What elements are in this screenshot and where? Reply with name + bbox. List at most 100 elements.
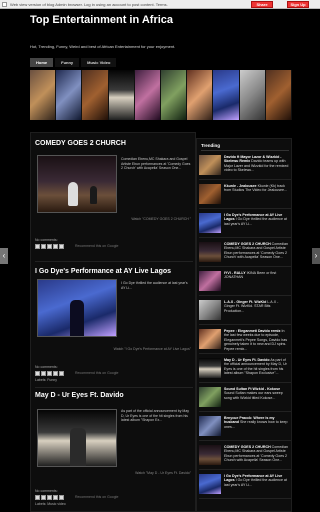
post-thumbnail[interactable]	[37, 279, 117, 337]
recommend-link[interactable]: Recommend this on Google	[75, 495, 118, 499]
post-labels[interactable]: Labels: Funny	[35, 378, 57, 382]
trending-item[interactable]: May D - Ur Eyes Ft. Davido As part of th…	[199, 356, 291, 383]
featured-photo-strip	[30, 70, 292, 120]
trending-thumbnail[interactable]	[199, 445, 221, 465]
trending-title[interactable]: May D - Ur Eyes Ft. Davido	[224, 358, 270, 362]
trending-title[interactable]: Kkunle - Jealousee	[224, 184, 257, 188]
comments-link[interactable]: No comments:	[35, 238, 58, 242]
share-buttons	[35, 371, 64, 376]
post-thumbnail[interactable]	[37, 155, 117, 213]
recommend-link[interactable]: Recommend this on Google	[75, 371, 118, 375]
trending-thumbnail[interactable]	[199, 329, 221, 349]
trending-item[interactable]: Sound Sultan Ft Wizkid - Kokose Sound Su…	[199, 385, 291, 412]
trending-thumbnail[interactable]	[199, 474, 221, 494]
trending-item[interactable]: Davido ft Mayor Lazor & Wizzkid - Skelew…	[199, 153, 291, 180]
notice-checkbox[interactable]	[2, 2, 7, 7]
post-excerpt: Comedian Ebenu,MC Shakara and Gospel Art…	[121, 157, 191, 170]
pinterest-share-icon[interactable]	[59, 495, 64, 500]
post-labels[interactable]: Labels: Music video	[35, 502, 66, 506]
blog-share-icon[interactable]	[41, 495, 46, 500]
post-title[interactable]: May D - Ur Eyes Ft. Davido	[35, 391, 193, 400]
trending-title[interactable]: COMEDY GOES 2 CHURCH	[224, 242, 271, 246]
facebook-share-icon[interactable]	[53, 244, 58, 249]
trending-thumbnail[interactable]	[199, 242, 221, 262]
pinterest-share-icon[interactable]	[59, 244, 64, 249]
site-title[interactable]: Top Entertainment in Africa	[30, 14, 200, 27]
trending-thumbnail[interactable]	[199, 271, 221, 291]
read-more-link[interactable]: Watch "May D - Ur Eyes Ft. Davido"	[135, 471, 191, 475]
comments-link[interactable]: No comments:	[35, 489, 58, 493]
notice-bar: Web view version of blog Admin browser. …	[0, 0, 320, 9]
strip-photo[interactable]	[213, 70, 240, 120]
comments-link[interactable]: No comments:	[35, 365, 58, 369]
pinterest-share-icon[interactable]	[59, 371, 64, 376]
trending-item[interactable]: Brnycue Pracck: Where is my husband She …	[199, 414, 291, 441]
strip-photo[interactable]	[161, 70, 188, 120]
post-divider	[35, 387, 193, 388]
strip-photo[interactable]	[239, 70, 266, 120]
trending-item[interactable]: COMEDY GOES 2 CHURCH Comedian Ebenu,MC S…	[199, 443, 291, 470]
strip-photo[interactable]	[30, 70, 57, 120]
trending-thumbnail[interactable]	[199, 184, 221, 204]
trending-item[interactable]: I Go Dye's Performance at AY Live Lagos …	[199, 211, 291, 238]
trending-thumbnail[interactable]	[199, 416, 221, 436]
strip-photo[interactable]	[108, 70, 135, 120]
share-buttons	[35, 244, 64, 249]
facebook-share-icon[interactable]	[53, 371, 58, 376]
sidebar-divider	[201, 150, 289, 151]
trending-title[interactable]: Sound Sultan Ft Wizkid - Kokose	[224, 387, 280, 391]
trending-title[interactable]: L.A.X - Ginger Ft. WizKid	[224, 300, 266, 304]
blog-share-icon[interactable]	[41, 371, 46, 376]
trending-item[interactable]: IYVI - RALLY IKINA Been or first JONATHA…	[199, 269, 291, 296]
notice-text: Web view version of blog Admin browser. …	[10, 2, 168, 7]
chevron-right-icon[interactable]: ›	[312, 248, 320, 264]
twitter-share-icon[interactable]	[47, 244, 52, 249]
trending-thumbnail[interactable]	[199, 358, 221, 378]
post-excerpt: I Go Dye thrilled the audience at last y…	[121, 281, 188, 290]
facebook-share-icon[interactable]	[53, 495, 58, 500]
trending-item[interactable]: I Go Dye's Performance at AY Live Lagos …	[199, 472, 291, 499]
tab-funny[interactable]: Funny	[55, 58, 80, 67]
email-share-icon[interactable]	[35, 244, 40, 249]
post-thumbnail[interactable]	[37, 409, 117, 467]
main-posts: COMEDY GOES 2 CHURCH Comedian Ebenu,MC S…	[30, 132, 196, 512]
trending-item[interactable]: L.A.X - Ginger Ft. WizKid L.A.X - Ginger…	[199, 298, 291, 325]
strip-photo[interactable]	[187, 70, 214, 120]
blog-share-icon[interactable]	[41, 244, 46, 249]
trending-thumbnail[interactable]	[199, 155, 221, 175]
trending-thumbnail[interactable]	[199, 300, 221, 320]
post-divider	[35, 261, 193, 262]
tab-music-video[interactable]: Music Video	[81, 58, 117, 67]
strip-photo[interactable]	[56, 70, 83, 120]
trending-item[interactable]: Pepee : Eleganmeti Davido remix In the l…	[199, 327, 291, 354]
trending-item[interactable]: Kkunle - Jealousee Kkunle (Kk) track fro…	[199, 182, 291, 209]
strip-photo[interactable]	[134, 70, 162, 120]
strip-photo[interactable]	[265, 70, 292, 120]
trending-text: Sound Sultan makes our ears sweep song w…	[224, 391, 283, 400]
trending-title[interactable]: IYVI - RALLY	[224, 271, 246, 275]
share-button[interactable]: Share	[251, 1, 273, 8]
post: COMEDY GOES 2 CHURCH Comedian Ebenu,MC S…	[35, 139, 193, 249]
read-more-link[interactable]: Watch "COMEDY GOES 2 CHURCH "	[131, 217, 191, 221]
post: May D - Ur Eyes Ft. Davido As part of th…	[35, 391, 193, 506]
post-title[interactable]: COMEDY GOES 2 CHURCH	[35, 139, 193, 148]
strip-photo[interactable]	[82, 70, 109, 120]
read-more-link[interactable]: Watch "I Go Dye's Performance at AY Live…	[114, 347, 191, 351]
site-description: Hot, Trending, Funny, Weird and best of …	[30, 44, 176, 49]
twitter-share-icon[interactable]	[47, 495, 52, 500]
tab-home[interactable]: Home	[30, 58, 54, 67]
email-share-icon[interactable]	[35, 495, 40, 500]
trending-title[interactable]: COMEDY GOES 2 CHURCH	[224, 445, 271, 449]
trending-thumbnail[interactable]	[199, 387, 221, 407]
recommend-link[interactable]: Recommend this on Google	[75, 244, 118, 248]
trending-item[interactable]: COMEDY GOES 2 CHURCH Comedian Ebenu,MC S…	[199, 240, 291, 267]
chevron-left-icon[interactable]: ‹	[0, 248, 8, 264]
trending-sidebar: Trending Davido ft Mayor Lazor & Wizzkid…	[196, 138, 292, 512]
trending-title[interactable]: Pepee : Eleganmeti Davido remix	[224, 329, 281, 333]
trending-thumbnail[interactable]	[199, 213, 221, 233]
twitter-share-icon[interactable]	[47, 371, 52, 376]
share-buttons	[35, 495, 64, 500]
sign-up-button[interactable]: Sign Up	[287, 1, 309, 8]
post-title[interactable]: I Go Dye's Performance at AY Live Lagos	[35, 267, 193, 276]
email-share-icon[interactable]	[35, 371, 40, 376]
